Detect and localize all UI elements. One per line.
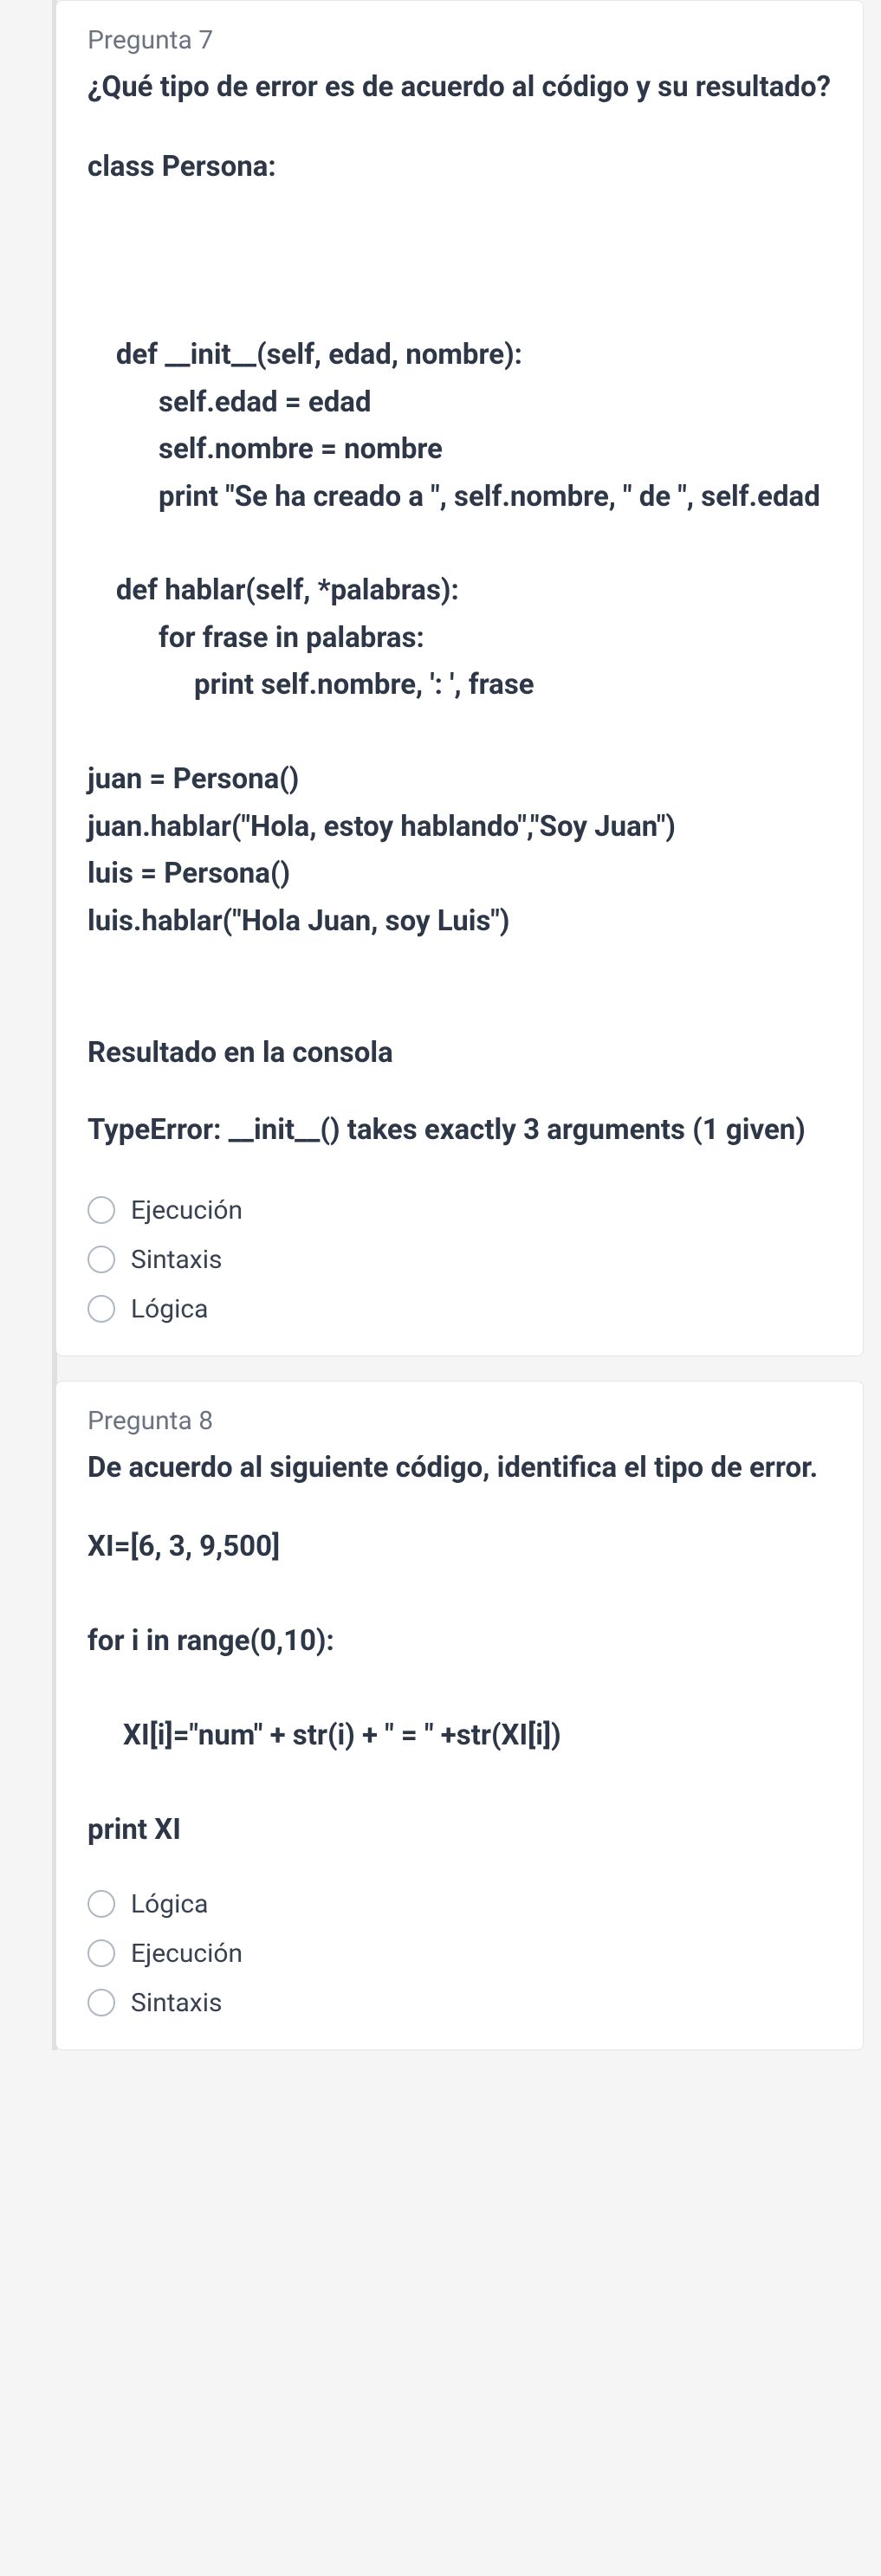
code-block: class Persona: def __init__(self, edad, … [87, 144, 832, 945]
radio-icon [87, 1196, 115, 1224]
option-ejecucion[interactable]: Ejecución [87, 1195, 832, 1226]
result-text: TypeError: __init__() takes exactly 3 ar… [87, 1109, 832, 1152]
options-group: Ejecución Sintaxis Lógica [87, 1195, 832, 1324]
question-prompt: De acuerdo al siguiente código, identifi… [87, 1447, 832, 1490]
radio-icon [87, 1295, 115, 1323]
option-logica[interactable]: Lógica [87, 1294, 832, 1324]
question-card-7: Pregunta 7 ¿Qué tipo de error es de acue… [55, 0, 864, 1356]
option-logica[interactable]: Lógica [87, 1889, 832, 1919]
option-label: Lógica [131, 1889, 208, 1919]
option-label: Ejecución [131, 1938, 243, 1969]
radio-icon [87, 1246, 115, 1273]
question-number: Pregunta 8 [87, 1406, 832, 1436]
option-sintaxis[interactable]: Sintaxis [87, 1245, 832, 1275]
code-block: XI=[6, 3, 9,500] for i in range(0,10): X… [87, 1524, 832, 1854]
option-label: Sintaxis [131, 1988, 222, 2018]
option-label: Ejecución [131, 1195, 243, 1226]
quiz-container: Pregunta 7 ¿Qué tipo de error es de acue… [52, 0, 864, 2050]
question-card-8: Pregunta 8 De acuerdo al siguiente códig… [55, 1381, 864, 2050]
option-label: Sintaxis [131, 1245, 222, 1275]
radio-icon [87, 1939, 115, 1967]
option-label: Lógica [131, 1294, 208, 1324]
result-label: Resultado en la consola [87, 1032, 832, 1075]
question-number: Pregunta 7 [87, 25, 832, 55]
option-sintaxis[interactable]: Sintaxis [87, 1988, 832, 2018]
options-group: Lógica Ejecución Sintaxis [87, 1889, 832, 2018]
question-prompt: ¿Qué tipo de error es de acuerdo al códi… [87, 66, 832, 109]
option-ejecucion[interactable]: Ejecución [87, 1938, 832, 1969]
radio-icon [87, 1989, 115, 2016]
radio-icon [87, 1890, 115, 1918]
